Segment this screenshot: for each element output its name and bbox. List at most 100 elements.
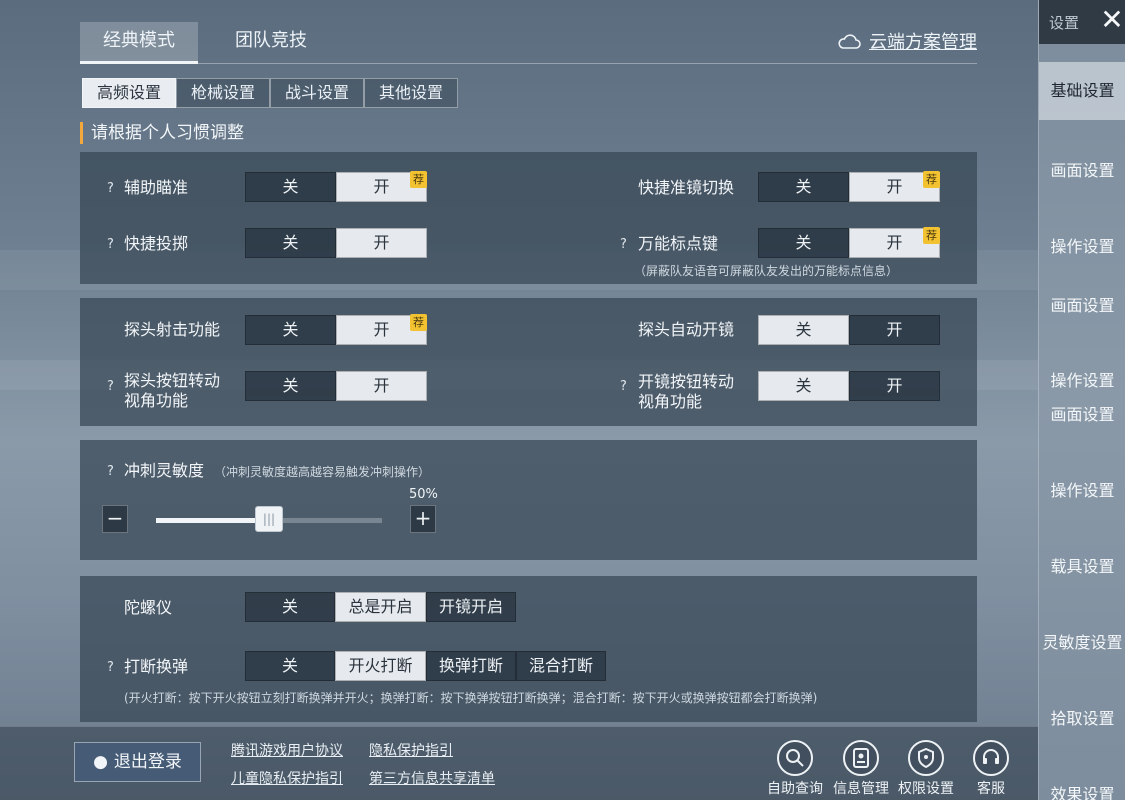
- increase-button[interactable]: +: [410, 505, 436, 533]
- privacy-guide-link[interactable]: 隐私保护指引: [369, 740, 453, 760]
- tab-combat-settings[interactable]: 战斗设置: [270, 78, 364, 108]
- scope-rotate-on[interactable]: 开: [849, 371, 940, 401]
- peek-auto-scope-on[interactable]: 开: [849, 315, 940, 345]
- sidebar-item-display[interactable]: 画面设置: [1039, 157, 1125, 181]
- reload-interrupt-label: 打断换弹: [124, 657, 189, 676]
- reload-interrupt-reload[interactable]: 换弹打断: [426, 651, 516, 681]
- headset-icon: [973, 740, 1009, 776]
- sidebar-title: 设置: [1049, 14, 1080, 32]
- peek-auto-scope-off[interactable]: 关: [758, 315, 849, 345]
- sprint-slider-fill: [156, 518, 269, 523]
- tab-frequent-settings[interactable]: 高频设置: [82, 78, 176, 108]
- help-icon[interactable]: ?: [107, 181, 114, 196]
- close-icon[interactable]: ✕: [1099, 6, 1125, 36]
- help-icon[interactable]: ?: [107, 379, 114, 394]
- panel-sprint: [80, 440, 977, 560]
- universal-mark-on[interactable]: 开荐: [849, 227, 940, 258]
- sidebar-item-sensitivity[interactable]: 灵敏度设置: [1039, 629, 1125, 653]
- sprint-sensitivity-label: 冲刺灵敏度: [124, 461, 205, 480]
- gyro-off[interactable]: 关: [245, 592, 335, 622]
- peek-fire-off[interactable]: 关: [245, 315, 336, 345]
- peek-fire-on[interactable]: 开荐: [336, 314, 427, 345]
- logout-button[interactable]: ● 退出登录: [74, 742, 201, 782]
- peek-rotate-label-line2: 视角功能: [124, 391, 189, 410]
- peek-auto-scope-toggle: 关 开: [758, 315, 940, 345]
- quick-scope-on[interactable]: 开荐: [849, 171, 940, 202]
- aim-assist-label: 辅助瞄准: [124, 178, 189, 197]
- sidebar-header: 设置 ✕: [1039, 0, 1125, 44]
- quick-scope-label: 快捷准镜切换: [638, 178, 735, 197]
- scope-rotate-off[interactable]: 关: [758, 371, 849, 401]
- peek-fire-toggle: 关 开荐: [245, 314, 427, 345]
- option-label: 开: [373, 320, 390, 339]
- universal-mark-off[interactable]: 关: [758, 228, 849, 258]
- magnifier-icon: [777, 740, 813, 776]
- peek-auto-scope-label: 探头自动开镜: [638, 320, 735, 339]
- cloud-icon: [838, 34, 861, 49]
- info-manage-button[interactable]: 信息管理: [832, 740, 890, 798]
- tab-classic-mode[interactable]: 经典模式: [80, 22, 198, 64]
- option-label: 开: [373, 177, 390, 196]
- tool-label: 信息管理: [833, 781, 889, 797]
- scope-rotate-toggle: 关 开: [758, 371, 940, 401]
- sidebar-item-controls[interactable]: 操作设置: [1039, 367, 1125, 391]
- quick-throw-toggle: 关 开: [245, 228, 427, 258]
- peek-rotate-on[interactable]: 开: [336, 371, 427, 401]
- aim-assist-off[interactable]: 关: [245, 172, 336, 202]
- help-icon[interactable]: ?: [107, 660, 114, 675]
- sidebar-item-controls[interactable]: 操作设置: [1039, 477, 1125, 501]
- sprint-slider-knob[interactable]: |||: [255, 506, 283, 532]
- gyro-toggle: 关 总是开启 开镜开启: [245, 592, 516, 622]
- option-label: 开: [886, 177, 903, 196]
- sidebar-item-vehicle[interactable]: 载具设置: [1039, 553, 1125, 577]
- gyro-scope-on[interactable]: 开镜开启: [426, 592, 516, 622]
- aim-assist-on[interactable]: 开荐: [336, 171, 427, 202]
- option-label: 开: [886, 233, 903, 252]
- universal-mark-toggle: 关 开荐: [758, 227, 940, 258]
- logout-label: 退出登录: [113, 752, 182, 772]
- help-icon[interactable]: ?: [620, 379, 627, 394]
- universal-mark-note: （屏蔽队友语音可屏蔽队友发出的万能标点信息）: [634, 264, 899, 278]
- scope-rotate-label-line1: 开镜按钮转动: [638, 372, 735, 391]
- sidebar-item-display[interactable]: 画面设置: [1039, 292, 1125, 316]
- sprint-sensitivity-percent: 50%: [409, 487, 438, 502]
- sidebar-item-display[interactable]: 画面设置: [1039, 401, 1125, 425]
- child-privacy-link[interactable]: 儿童隐私保护指引: [231, 768, 343, 788]
- user-agreement-link[interactable]: 腾讯游戏用户协议: [231, 740, 343, 760]
- reload-interrupt-fire[interactable]: 开火打断: [335, 651, 426, 681]
- cloud-plan-link[interactable]: 云端方案管理: [837, 28, 977, 54]
- gyro-always-on[interactable]: 总是开启: [335, 592, 426, 622]
- third-party-info-link[interactable]: 第三方信息共享清单: [369, 768, 495, 788]
- help-icon[interactable]: ?: [107, 237, 114, 252]
- sub-tab-bar: 高频设置 枪械设置 战斗设置 其他设置: [82, 78, 458, 108]
- sidebar-item-effects[interactable]: 效果设置: [1039, 781, 1125, 800]
- quick-scope-off[interactable]: 关: [758, 172, 849, 202]
- quick-throw-on[interactable]: 开: [336, 228, 427, 258]
- tab-weapon-settings[interactable]: 枪械设置: [176, 78, 270, 108]
- settings-sidebar: 设置 ✕ 基础设置 画面设置 操作设置 画面设置 操作设置 画面设置 操作设置 …: [1038, 0, 1125, 800]
- recommend-badge: 荐: [923, 171, 940, 188]
- universal-mark-label: 万能标点键: [638, 234, 719, 253]
- self-query-button[interactable]: 自助查询: [766, 740, 824, 798]
- quick-throw-off[interactable]: 关: [245, 228, 336, 258]
- quick-throw-label: 快捷投掷: [124, 234, 189, 253]
- tab-team-mode[interactable]: 团队竞技: [212, 22, 330, 64]
- sidebar-item-controls[interactable]: 操作设置: [1039, 233, 1125, 257]
- permission-button[interactable]: 权限设置: [897, 740, 955, 798]
- help-icon[interactable]: ?: [107, 464, 114, 479]
- customer-service-button[interactable]: 客服: [962, 740, 1020, 798]
- tab-other-settings[interactable]: 其他设置: [364, 78, 458, 108]
- help-icon[interactable]: ?: [620, 237, 627, 252]
- reload-interrupt-off[interactable]: 关: [245, 651, 335, 681]
- qq-icon: ●: [93, 752, 108, 772]
- recommend-badge: 荐: [410, 314, 427, 331]
- peek-rotate-off[interactable]: 关: [245, 371, 336, 401]
- decrease-button[interactable]: −: [102, 505, 128, 533]
- reload-interrupt-mixed[interactable]: 混合打断: [516, 651, 606, 681]
- recommend-badge: 荐: [923, 227, 940, 244]
- sprint-sensitivity-note: （冲刺灵敏度越高越容易触发冲刺操作）: [214, 465, 431, 479]
- section-hint: 请根据个人习惯调整: [80, 122, 244, 144]
- tool-label: 权限设置: [898, 781, 954, 797]
- sidebar-item-pickup[interactable]: 拾取设置: [1039, 705, 1125, 729]
- sidebar-item-basic[interactable]: 基础设置: [1039, 62, 1125, 120]
